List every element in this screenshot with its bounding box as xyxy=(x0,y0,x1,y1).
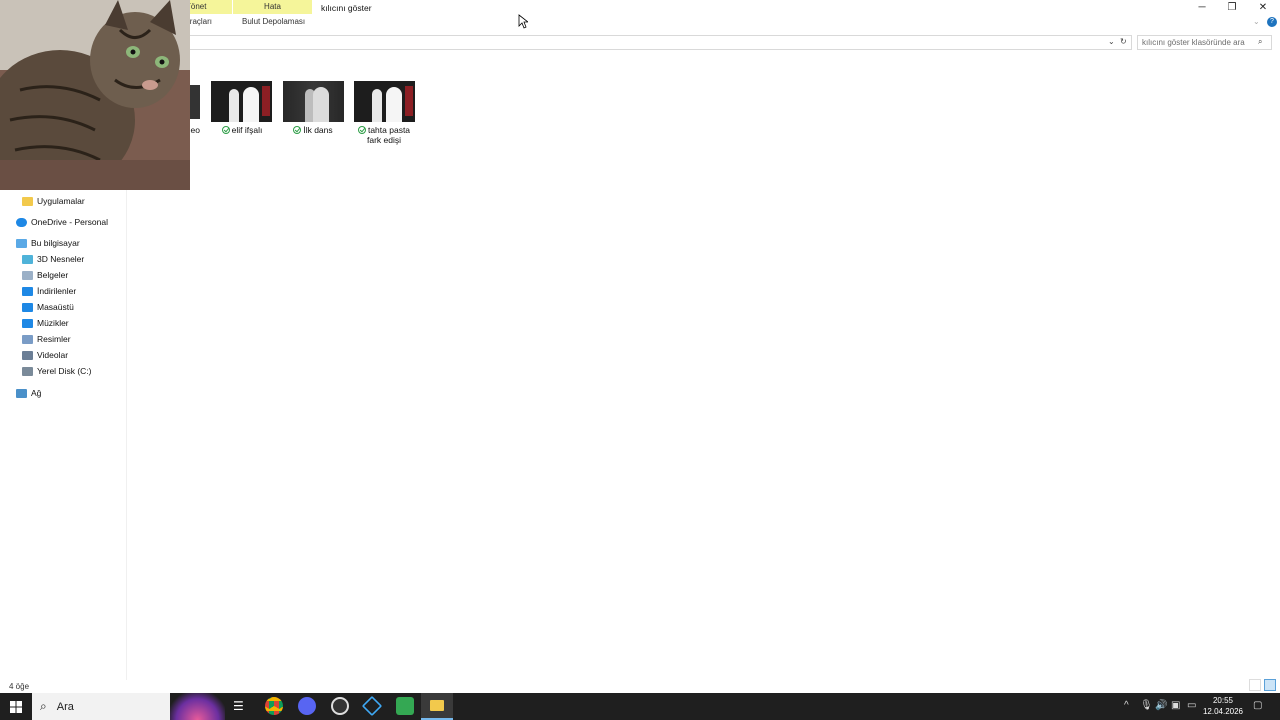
large-icons-view-button[interactable] xyxy=(1264,679,1276,691)
nav-divider xyxy=(126,190,127,680)
downloads-icon xyxy=(22,286,33,296)
window-title: kılıcını göster xyxy=(321,3,372,13)
microphone-icon[interactable]: 🎙 xyxy=(1140,700,1153,711)
nav-item-documents[interactable]: Belgeler xyxy=(22,270,68,280)
videos-icon xyxy=(22,350,33,360)
taskbar: ⌕ Ara ☰ ^ 🎙 🔊 ▣ ▭ 20:55 12.04.2026 ▢ xyxy=(0,693,1280,720)
maps-icon[interactable] xyxy=(396,697,414,715)
start-button[interactable] xyxy=(0,693,32,720)
music-icon xyxy=(22,318,33,328)
nav-item-this-pc[interactable]: Bu bilgisayar xyxy=(16,238,80,248)
file-name[interactable]: İlk dans xyxy=(277,125,349,135)
folder-icon xyxy=(22,196,33,206)
taskbar-clock[interactable]: 20:55 12.04.2026 xyxy=(1198,695,1248,717)
ribbon-collapse-icon[interactable]: ⌄ xyxy=(1253,17,1260,26)
windows-icon xyxy=(10,700,22,713)
chrome-icon[interactable] xyxy=(265,697,283,715)
task-view-icon[interactable]: ☰ xyxy=(233,699,244,713)
address-dropdown-icon[interactable]: ⌄ xyxy=(1108,37,1115,46)
volume-icon[interactable]: 🔊 xyxy=(1155,700,1167,711)
title-bar: Yönet Hata Resim Araçları Bulut Depolama… xyxy=(0,0,1280,32)
disk-icon xyxy=(22,366,33,376)
sync-check-icon xyxy=(221,126,230,134)
ribbon-subtab-cloud-storage[interactable]: Bulut Depolaması xyxy=(242,17,305,26)
nav-item-local-disk[interactable]: Yerel Disk (C:) xyxy=(22,366,91,376)
restore-button[interactable]: ❐ xyxy=(1217,0,1247,14)
folder-icon xyxy=(430,700,444,711)
app-icon[interactable] xyxy=(361,695,383,717)
item-count-status: 4 öğe xyxy=(9,682,30,691)
file-thumbnail[interactable] xyxy=(283,81,344,122)
tray-overflow-icon[interactable]: ^ xyxy=(1124,700,1129,711)
nav-item-onedrive[interactable]: OneDrive - Personal xyxy=(16,217,108,227)
search-input[interactable]: kılıcını göster klasöründe ara xyxy=(1137,35,1272,50)
file-name[interactable]: elif ifşalı xyxy=(206,125,278,135)
nav-item-videos[interactable]: Videolar xyxy=(22,350,68,360)
nav-item-desktop[interactable]: Masaüstü xyxy=(22,302,74,312)
sync-check-icon xyxy=(357,126,366,134)
cursor-icon xyxy=(518,14,528,29)
3d-objects-icon xyxy=(22,254,33,264)
close-button[interactable]: ✕ xyxy=(1248,0,1278,14)
details-view-button[interactable] xyxy=(1249,679,1261,691)
documents-icon xyxy=(22,270,33,280)
file-explorer-taskbar-button[interactable] xyxy=(421,693,453,720)
nav-item-downloads[interactable]: İndirilenler xyxy=(22,286,76,296)
file-thumbnail[interactable] xyxy=(354,81,415,122)
minimize-button[interactable]: ─ xyxy=(1187,0,1217,14)
nav-item-3d-objects[interactable]: 3D Nesneler xyxy=(22,254,84,264)
search-icon: ⌕ xyxy=(1258,37,1263,46)
onedrive-icon xyxy=(16,217,27,227)
nav-item-applications[interactable]: Uygulamalar xyxy=(22,196,85,206)
file-name[interactable]: tahta pasta fark edişi xyxy=(348,125,420,145)
display-icon[interactable]: ▭ xyxy=(1187,700,1196,711)
pictures-icon xyxy=(22,334,33,344)
app-icon[interactable] xyxy=(331,697,349,715)
search-icon: ⌕ xyxy=(40,699,47,713)
discord-icon[interactable] xyxy=(298,697,316,715)
cat-photo-overlay xyxy=(0,0,190,190)
ribbon-tab-error[interactable]: Hata xyxy=(233,0,312,14)
network-status-icon[interactable]: ▣ xyxy=(1171,700,1180,711)
desktop-icon xyxy=(22,302,33,312)
network-icon xyxy=(16,388,27,398)
nav-item-pictures[interactable]: Resimler xyxy=(22,334,71,344)
nav-item-music[interactable]: Müzikler xyxy=(22,318,69,328)
help-icon[interactable]: ? xyxy=(1267,17,1277,27)
sync-check-icon xyxy=(293,126,302,134)
search-highlight-image xyxy=(170,693,225,720)
nav-item-network[interactable]: Ağ xyxy=(16,388,41,398)
computer-icon xyxy=(16,238,27,248)
file-thumbnail[interactable] xyxy=(211,81,272,122)
refresh-icon[interactable]: ↻ xyxy=(1120,37,1127,46)
notifications-icon[interactable]: ▢ xyxy=(1253,700,1262,711)
